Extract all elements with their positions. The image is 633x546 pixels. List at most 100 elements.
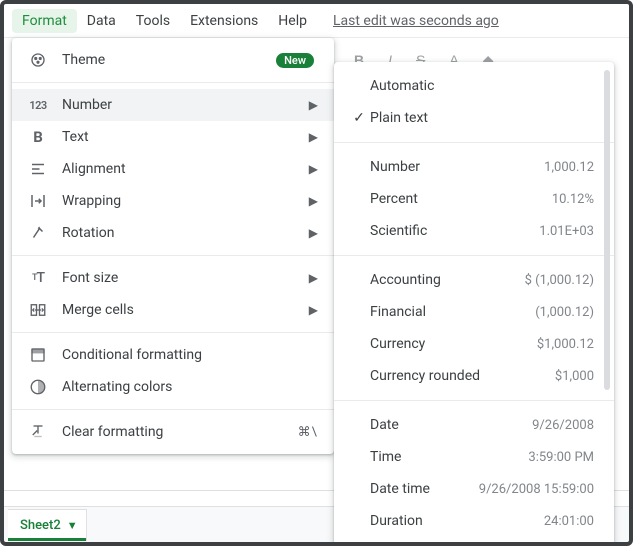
submenu-item-financial[interactable]: Financial (1,000.12) [334,296,614,328]
submenu-label: Date [370,417,532,433]
submenu-item-currency[interactable]: Currency $1,000.12 [334,328,614,360]
fontsize-icon: TT [28,270,48,286]
menuitem-label: Wrapping [62,193,303,209]
conditional-icon [28,346,48,364]
submenu-example: 9/26/2008 [532,418,594,433]
submenu-label: Financial [370,304,535,320]
submenu-label: Automatic [370,78,594,94]
menuitem-label: Theme [62,52,276,68]
text-icon: B [28,128,48,146]
merge-icon [28,301,48,319]
theme-icon [28,51,48,69]
last-edit-link[interactable]: Last edit was seconds ago [333,13,499,29]
submenu-label: Currency [370,336,537,352]
menu-extensions[interactable]: Extensions [180,9,268,33]
submenu-example: 3:59:00 PM [528,450,594,465]
submenu-item-number[interactable]: Number 1,000.12 [334,151,614,183]
submenu-example: 10.12% [552,192,594,207]
check-icon: ✓ [348,110,370,126]
submenu-item-accounting[interactable]: Accounting $ (1,000.12) [334,264,614,296]
submenu-example: 24:01:00 [544,514,594,529]
menuitem-label: Merge cells [62,302,303,318]
menuitem-alternating[interactable]: Alternating colors [12,371,334,403]
number-icon: 123 [28,99,48,112]
shortcut: ⌘\ [298,425,318,440]
submenu-item-datetime[interactable]: Date time 9/26/2008 15:59:00 [334,473,614,505]
menuitem-label: Font size [62,270,303,286]
submenu-label: Date time [370,481,479,497]
submenu-example: 9/26/2008 15:59:00 [479,482,594,497]
submenu-label: Currency rounded [370,368,555,384]
menuitem-label: Number [62,97,303,113]
scrollbar[interactable] [604,70,610,390]
separator [12,332,334,333]
menuitem-mergecells[interactable]: Merge cells ▶ [12,294,334,326]
menu-data[interactable]: Data [77,9,126,33]
submenu-arrow-icon: ▶ [309,130,318,144]
submenu-arrow-icon: ▶ [309,303,318,317]
separator [334,255,614,256]
submenu-arrow-icon: ▶ [309,271,318,285]
sheet-tab[interactable]: Sheet2 ▼ [8,509,87,541]
wrapping-icon [28,192,48,210]
submenu-label: Plain text [370,110,594,126]
menuitem-rotation[interactable]: Rotation ▶ [12,217,334,249]
number-submenu: Automatic ✓ Plain text Number 1,000.12 P… [334,62,614,545]
menuitem-label: Clear formatting [62,424,298,440]
submenu-example: 1,000.12 [544,160,594,175]
submenu-label: Duration [370,513,544,529]
submenu-item-percent[interactable]: Percent 10.12% [334,183,614,215]
submenu-item-duration[interactable]: Duration 24:01:00 [334,505,614,537]
menuitem-number[interactable]: 123 Number ▶ [12,89,334,121]
submenu-item-automatic[interactable]: Automatic [334,70,614,102]
submenu-example: $1,000 [555,369,594,384]
new-badge: New [276,53,314,68]
submenu-label: Accounting [370,272,525,288]
submenu-label: Percent [370,191,552,207]
alignment-icon [28,160,48,178]
menuitem-alignment[interactable]: Alignment ▶ [12,153,334,185]
submenu-example: $ (1,000.12) [525,273,594,288]
submenu-item-plaintext[interactable]: ✓ Plain text [334,102,614,134]
alternating-icon [28,378,48,396]
separator [334,400,614,401]
menuitem-label: Text [62,129,303,145]
rotation-icon [28,224,48,242]
menuitem-label: Conditional formatting [62,347,318,363]
menuitem-text[interactable]: B Text ▶ [12,121,334,153]
clear-icon [28,423,48,441]
menu-tools[interactable]: Tools [126,9,180,33]
chevron-down-icon[interactable]: ▼ [67,519,78,532]
submenu-example: 1.01E+03 [539,224,594,239]
submenu-arrow-icon: ▶ [309,98,318,112]
menuitem-theme[interactable]: Theme New [12,44,334,76]
submenu-label: Number [370,159,544,175]
menuitem-wrapping[interactable]: Wrapping ▶ [12,185,334,217]
menu-help[interactable]: Help [268,9,317,33]
menubar: Format Data Tools Extensions Help Last e… [4,4,629,38]
submenu-label: Time [370,449,528,465]
menuitem-fontsize[interactable]: TT Font size ▶ [12,262,334,294]
menuitem-label: Rotation [62,225,303,241]
menu-format[interactable]: Format [12,9,77,33]
sheet-tab-name: Sheet2 [20,518,61,533]
menuitem-label: Alignment [62,161,303,177]
submenu-label: Scientific [370,223,539,239]
submenu-item-currencyrounded[interactable]: Currency rounded $1,000 [334,360,614,392]
separator [12,409,334,410]
menuitem-label: Alternating colors [62,379,318,395]
separator [334,142,614,143]
submenu-item-scientific[interactable]: Scientific 1.01E+03 [334,215,614,247]
separator [12,82,334,83]
submenu-arrow-icon: ▶ [309,226,318,240]
submenu-example: (1,000.12) [535,305,594,320]
submenu-item-time[interactable]: Time 3:59:00 PM [334,441,614,473]
submenu-arrow-icon: ▶ [309,194,318,208]
separator [12,255,334,256]
submenu-item-date[interactable]: Date 9/26/2008 [334,409,614,441]
format-menu: Theme New 123 Number ▶ B Text ▶ Alignmen… [12,38,334,454]
submenu-arrow-icon: ▶ [309,162,318,176]
submenu-example: $1,000.12 [537,337,594,352]
menuitem-conditional[interactable]: Conditional formatting [12,339,334,371]
menuitem-clear[interactable]: Clear formatting ⌘\ [12,416,334,448]
